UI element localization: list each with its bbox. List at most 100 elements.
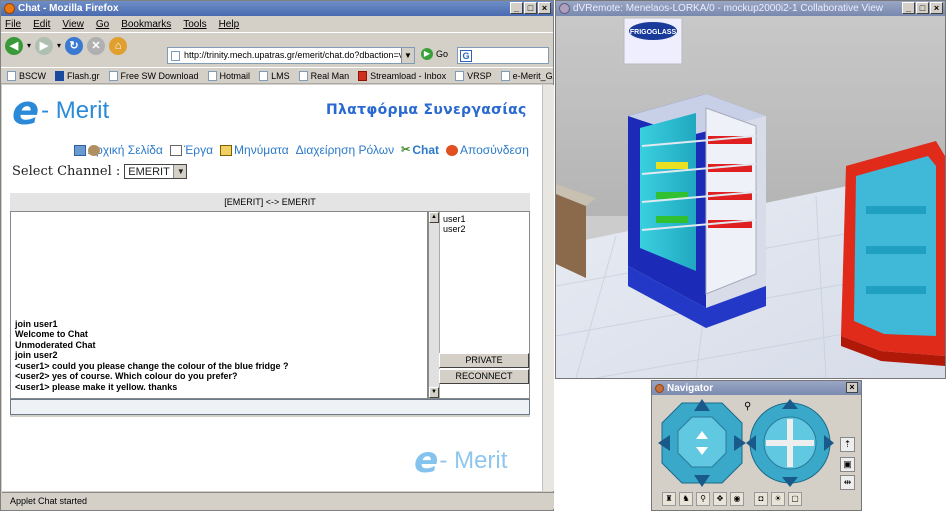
logo-merit: - Merit (41, 97, 110, 124)
stop-icon[interactable]: ✕ (87, 36, 106, 55)
emerit-footer-logo: e - Merit (414, 443, 507, 479)
search-input[interactable]: G (457, 47, 549, 64)
nav-chat[interactable]: ✂ Chat (401, 143, 439, 157)
menu-go[interactable]: Go (96, 19, 109, 30)
dvremote-window: dVRemote: Menelaos-LORKA/0 - mockup2000i… (555, 0, 946, 379)
forward-icon[interactable]: ▶ (35, 36, 54, 55)
minimize-button[interactable]: _ (510, 2, 523, 14)
url-text: http://trinity.mech.upatras.gr/emerit/ch… (184, 50, 413, 60)
scroll-up-icon[interactable]: ▲ (429, 212, 439, 223)
user-list-item[interactable]: user1 (443, 214, 466, 224)
chat-input[interactable] (10, 399, 530, 415)
dvremote-icon (559, 3, 570, 14)
bookmark-item[interactable]: LMS (259, 70, 290, 81)
channel-select[interactable]: EMERIT ▼ (124, 164, 187, 179)
forward-dropdown-icon[interactable]: ▾ (57, 41, 61, 50)
page-scrollbar[interactable] (542, 85, 554, 491)
close-button[interactable]: × (930, 2, 943, 14)
nav-label: Αποσύνδεση (460, 143, 529, 157)
menu-file[interactable]: File (5, 19, 21, 30)
reconnect-button[interactable]: RECONNECT (439, 369, 529, 384)
fit-view-icon[interactable]: ⚲ (744, 401, 751, 412)
private-button[interactable]: PRIVATE (439, 353, 529, 368)
menu-view[interactable]: View (62, 19, 84, 30)
navigator-icon (655, 383, 664, 393)
site-nav: Αρχική Σελίδα Έργα Μηνύματα Διαχείρηση Ρ… (74, 143, 529, 157)
streamload-icon (358, 70, 368, 81)
navigator-title-bar[interactable]: Navigator × (652, 381, 861, 395)
back-dropdown-icon[interactable]: ▾ (27, 41, 31, 50)
navigator-title: Navigator (667, 382, 714, 394)
bookmark-item[interactable]: Real Man (298, 70, 349, 81)
home-icon (74, 144, 86, 156)
walk-mode-icon[interactable]: ♜ (662, 492, 676, 506)
close-icon[interactable]: × (846, 382, 858, 393)
menu-tools[interactable]: Tools (183, 19, 206, 30)
nav-logout[interactable]: Αποσύνδεση (446, 143, 529, 157)
bookmark-page-icon (7, 70, 16, 81)
3d-viewport[interactable]: FRIGOGLASS (556, 16, 945, 378)
bookmark-item[interactable]: Flash.gr (55, 70, 100, 81)
close-button[interactable]: × (538, 2, 551, 14)
bookmark-page-icon (259, 70, 269, 81)
bookmark-item[interactable]: VRSP (455, 70, 492, 81)
chat-applet: [EMERIT] <-> EMERIT join user1 Welcome to… (10, 193, 530, 417)
bookmark-item[interactable]: Free SW Download (108, 70, 199, 81)
navigator-toolbar: ♜ ♞ ⚲ ✥ ◉ ◘ ☀ ▢ (662, 492, 802, 506)
chat-message: Unmoderated Chat (15, 339, 96, 350)
chat-message: Welcome to Chat (15, 329, 88, 339)
bookmark-item[interactable]: BSCW (7, 70, 46, 81)
nav-roles[interactable]: Διαχείρηση Ρόλων (88, 143, 394, 157)
platform-title: Πλατφόρμα Συνεργασίας (326, 102, 527, 118)
chat-messages: join user1 Welcome to Chat Unmoderated Cha… (10, 211, 428, 399)
chevron-down-icon[interactable]: ▼ (172, 165, 186, 178)
bookmark-page-icon (207, 70, 217, 81)
window-icon[interactable]: ▢ (788, 492, 802, 506)
menu-help[interactable]: Help (219, 19, 240, 30)
maximize-button[interactable]: □ (524, 2, 537, 14)
maximize-button[interactable]: □ (916, 2, 929, 14)
reload-icon[interactable]: ↻ (65, 36, 84, 55)
move-pad[interactable] (658, 399, 746, 487)
bookmark-label: e-Merit_GAP (512, 70, 553, 81)
walk-icon[interactable]: ⇹ (840, 475, 855, 490)
bookmark-item[interactable]: Hotmail (207, 70, 251, 81)
light-icon[interactable]: ☀ (771, 492, 785, 506)
dvremote-title-bar[interactable]: dVRemote: Menelaos-LORKA/0 - mockup2000i… (556, 1, 945, 16)
chat-message: join user2 (15, 350, 58, 360)
bookmark-label: Hotmail (219, 70, 251, 81)
red-fridge[interactable] (841, 141, 945, 366)
scroll-down-icon[interactable]: ▼ (429, 387, 439, 398)
go-button[interactable]: ▶ Go (421, 48, 448, 60)
bookmark-page-icon (500, 70, 510, 81)
bookmark-label: Streamload - Inbox (370, 70, 447, 81)
nav-projects[interactable]: Έργα (169, 143, 213, 157)
nav-messages[interactable]: Μηνύματα (220, 143, 289, 157)
url-bar[interactable]: http://trinity.mech.upatras.gr/emerit/ch… (167, 47, 415, 64)
rotate-pad[interactable] (746, 399, 834, 487)
examine-mode-icon[interactable]: ⚲ (696, 492, 710, 506)
minimize-button[interactable]: _ (902, 2, 915, 14)
elevate-icon[interactable]: ⇡ (840, 437, 855, 452)
home-icon[interactable]: ⌂ (109, 36, 128, 55)
emerit-logo: e - Merit (12, 91, 109, 131)
pan-mode-icon[interactable]: ✥ (713, 492, 727, 506)
menu-bookmarks[interactable]: Bookmarks (121, 19, 171, 30)
select-channel-label: Select Channel : (12, 164, 121, 179)
bookmark-label: BSCW (19, 70, 46, 81)
blue-fridge[interactable] (628, 94, 766, 328)
bookmark-item[interactable]: Streamload - Inbox (358, 70, 447, 81)
menu-edit[interactable]: Edit (33, 19, 50, 30)
snapshot-icon[interactable]: ▣ (840, 457, 855, 472)
fly-mode-icon[interactable]: ♞ (679, 492, 693, 506)
user-list-item[interactable]: user2 (443, 224, 466, 234)
bookmark-page-icon (455, 70, 465, 81)
look-mode-icon[interactable]: ◉ (730, 492, 744, 506)
back-icon[interactable]: ◀ (5, 36, 23, 55)
firefox-title-bar[interactable]: Chat - Mozilla Firefox _ □ × (1, 1, 553, 16)
bookmark-item[interactable]: e-Merit_GAP (500, 70, 553, 81)
users-icon (88, 145, 100, 156)
camera-icon[interactable]: ◘ (754, 492, 768, 506)
channel-select-value: EMERIT (128, 165, 170, 178)
url-dropdown-icon[interactable]: ▼ (401, 48, 414, 63)
